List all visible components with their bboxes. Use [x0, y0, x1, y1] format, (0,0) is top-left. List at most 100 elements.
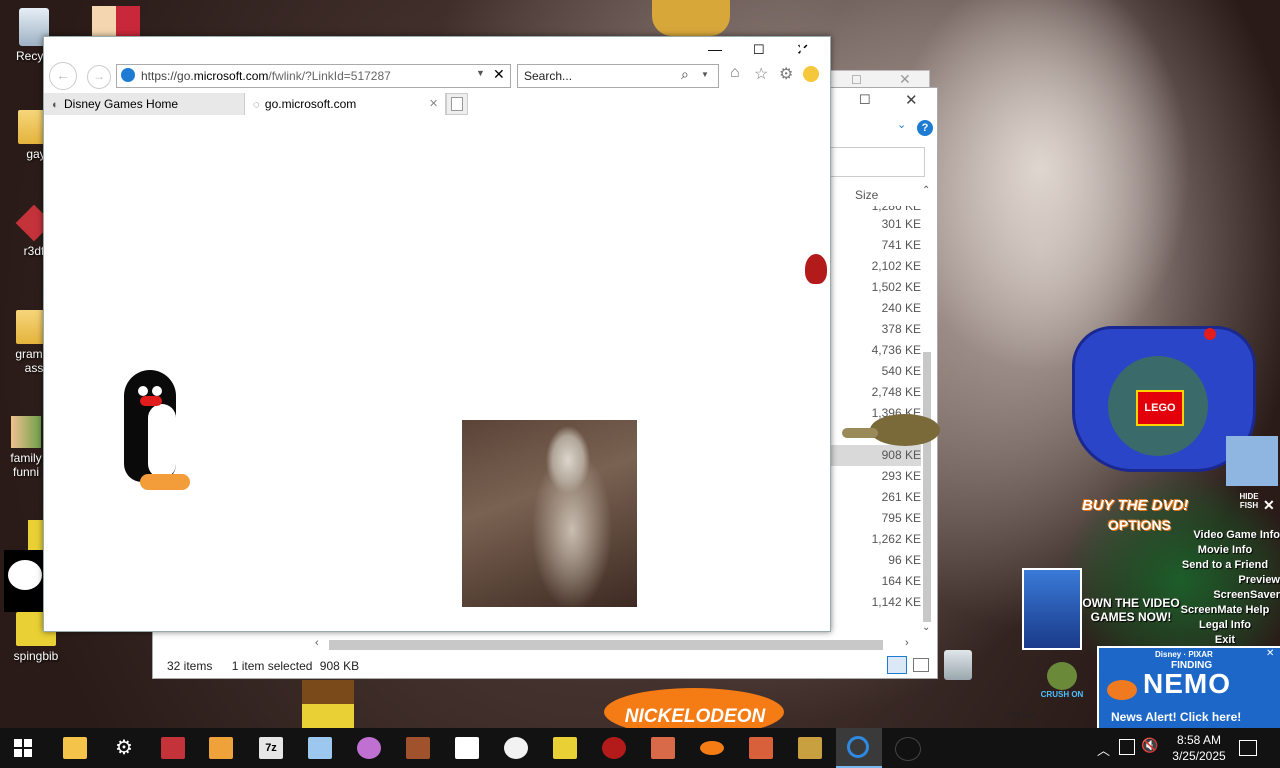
desktop-icon-man-flag[interactable] [84, 6, 148, 39]
tab-go-microsoft-com[interactable]: ◌ go.microsoft.com ✕ [245, 93, 446, 115]
back-button[interactable]: ← [49, 62, 77, 90]
size-cell: 96 KE [888, 553, 921, 567]
loading-icon: ◌ [253, 99, 260, 111]
chevron-up-icon[interactable]: ︿ [1097, 740, 1110, 759]
scroll-down-icon[interactable]: ⌄ [922, 622, 930, 633]
size-column-header[interactable]: Size [855, 188, 878, 202]
hide-fish-label[interactable]: HIDE FISH [1236, 492, 1262, 510]
close-icon[interactable]: ✕ [1266, 648, 1274, 659]
buy-dvd-label[interactable]: BUY THE DVD! [1082, 497, 1188, 514]
menu-video-game-info[interactable]: Video Game Info [1170, 528, 1280, 543]
close-icon[interactable]: ✕ [905, 91, 918, 109]
7zip-taskbar-icon[interactable]: 7z [259, 737, 283, 759]
chevron-down-icon[interactable]: ⌄ [897, 118, 906, 131]
lego-man-taskbar-icon[interactable] [406, 737, 430, 759]
lego-screenmate[interactable]: LEGO [1072, 326, 1256, 476]
windows-icon [14, 739, 32, 757]
forward-button[interactable]: → [87, 65, 111, 89]
large-icons-view-icon[interactable] [913, 658, 929, 672]
ie-taskbar-active[interactable] [836, 728, 882, 768]
start-button[interactable] [14, 739, 32, 757]
settings-taskbar-icon[interactable]: ⚙ [112, 737, 136, 759]
scroll-up-icon[interactable]: ⌃ [922, 185, 930, 196]
search-input[interactable]: Search... [524, 69, 572, 83]
nemo-dvd-cover [1022, 568, 1082, 650]
clock[interactable]: 8:58 AM 3/25/2025 [1164, 732, 1234, 764]
pingu-taskbar-icon[interactable] [895, 737, 921, 761]
gear-icon[interactable]: ⚙ [779, 64, 793, 84]
size-cell: 1,142 KE [871, 595, 921, 609]
cartoon-man-taskbar-icon[interactable] [651, 737, 675, 759]
home-icon[interactable]: ⌂ [730, 64, 740, 82]
file-explorer-taskbar-icon[interactable] [63, 737, 87, 759]
size-cell: 741 KE [881, 238, 921, 252]
size-cell: 4,736 KE [871, 343, 921, 357]
media-player-taskbar-icon[interactable] [209, 737, 233, 759]
r3df-taskbar-icon[interactable] [161, 737, 185, 759]
maximize-icon[interactable]: ☐ [851, 73, 862, 87]
size-cell: 1,262 KE [871, 532, 921, 546]
nickelodeon-logo-text: NICKELODEON [624, 706, 766, 727]
volume-muted-icon[interactable]: 🔇 [1141, 737, 1158, 754]
smiley-icon[interactable] [803, 66, 819, 82]
maximize-icon[interactable]: ☐ [753, 42, 765, 58]
tab-close-icon[interactable]: ✕ [429, 93, 438, 115]
crab-taskbar-icon[interactable] [749, 737, 773, 759]
own-games-label[interactable]: OWN THE VIDEO GAMES NOW! [1080, 596, 1182, 624]
close-icon[interactable]: ✕ [899, 71, 911, 88]
help-icon[interactable]: ? [917, 120, 933, 136]
tab-disney-games-home[interactable]: ◐ Disney Games Home [44, 93, 245, 115]
scroll-left-icon[interactable]: ‹ [315, 637, 319, 649]
size-cell: 1,286 KE [871, 206, 921, 213]
favorites-star-icon[interactable]: ☆ [754, 64, 768, 84]
options-label[interactable]: OPTIONS [1108, 517, 1171, 533]
horizontal-scrollbar[interactable] [329, 640, 883, 650]
notification-icon[interactable] [1239, 740, 1257, 756]
size-cell: 164 KE [881, 574, 921, 588]
vertical-scrollbar[interactable] [923, 352, 931, 622]
notepad-taskbar-icon[interactable] [308, 737, 332, 759]
crush-on-button[interactable]: CRUSH ON [1040, 662, 1084, 699]
minimize-icon[interactable]: — [708, 41, 722, 57]
search-icon[interactable]: ⌕ [681, 66, 689, 83]
lego-logo: LEGO [1136, 390, 1184, 426]
purple-character-taskbar-icon[interactable] [357, 737, 381, 759]
address-dropdown-icon[interactable]: ▼ [476, 68, 485, 78]
search-box[interactable]: Search... ⌕ ▼ [517, 64, 719, 88]
search-dropdown-icon[interactable]: ▼ [701, 70, 709, 79]
clock-date: 3/25/2025 [1172, 749, 1226, 763]
red-bird-sprite [805, 254, 827, 284]
menu-preview-screensaver[interactable]: Preview ScreenSaver [1170, 573, 1280, 603]
ie-taskbar-icon [847, 736, 869, 758]
nemo-news-banner[interactable]: Disney · PIXAR FINDING NEMO News Alert! … [1097, 646, 1280, 732]
spongebob-taskbar-icon[interactable] [553, 737, 577, 759]
dog-taskbar-icon[interactable] [798, 737, 822, 759]
scroll-right-icon[interactable]: › [905, 637, 909, 649]
nemo-title: NEMO [1143, 668, 1231, 699]
stop-icon[interactable]: ✕ [493, 66, 505, 83]
desktop-icon-label: spingbib [13, 649, 59, 663]
nickelodeon-taskbar-icon[interactable] [700, 741, 724, 755]
paw-taskbar-icon[interactable] [455, 737, 479, 759]
address-bar[interactable]: https://go.microsoft.com/fwlink/?LinkId=… [116, 64, 511, 88]
menu-screenmate-help[interactable]: ScreenMate Help [1170, 603, 1280, 618]
size-list: 1,286 KE 301 KE 741 KE 2,102 KE 1,502 KE… [829, 206, 921, 613]
maximize-icon[interactable]: ☐ [859, 92, 871, 108]
red-bird-taskbar-icon[interactable] [602, 737, 626, 759]
size-cell: 261 KE [881, 490, 921, 504]
search-box[interactable] [829, 147, 925, 177]
menu-send-to-friend[interactable]: Send to a Friend [1170, 558, 1280, 573]
crush-label: CRUSH ON [1040, 690, 1084, 699]
network-icon[interactable] [1119, 739, 1135, 755]
desktop-icon-label: family [10, 451, 42, 465]
nemo-alert[interactable]: News Alert! Click here! [1111, 710, 1241, 724]
close-icon[interactable]: ✕ [1263, 497, 1275, 514]
size-cell: 2,102 KE [871, 259, 921, 273]
new-tab-button[interactable] [446, 93, 468, 115]
dog-sprite [652, 0, 730, 36]
tab-label: go.microsoft.com [264, 97, 357, 111]
menu-legal-info[interactable]: Legal Info [1170, 618, 1280, 633]
menu-movie-info[interactable]: Movie Info [1170, 543, 1280, 558]
details-view-icon[interactable] [887, 656, 907, 674]
hello-kitty-taskbar-icon[interactable] [504, 737, 528, 759]
